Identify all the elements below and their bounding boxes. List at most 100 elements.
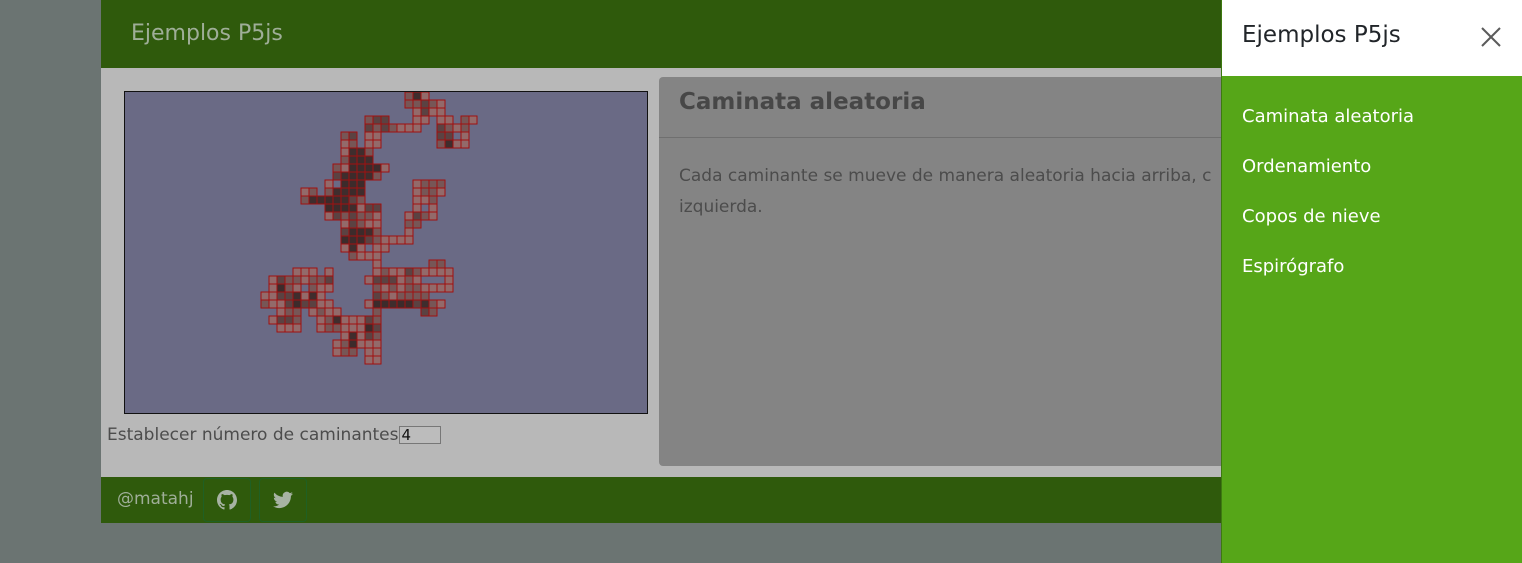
walk-cell xyxy=(308,187,318,197)
walk-cell xyxy=(348,331,358,341)
walk-cell xyxy=(324,211,334,221)
walk-cell xyxy=(324,323,334,333)
nav-item-copos-de-nieve[interactable]: Copos de nieve xyxy=(1242,206,1414,256)
walk-cell xyxy=(412,115,422,125)
walk-cell xyxy=(340,339,350,349)
walk-cell xyxy=(404,299,414,309)
walk-cell xyxy=(364,171,374,181)
walk-cell xyxy=(348,179,358,189)
walk-cell xyxy=(372,267,382,277)
walk-cell xyxy=(412,267,422,277)
walk-cell xyxy=(356,187,366,197)
walk-cell xyxy=(356,315,366,325)
walk-cell xyxy=(284,291,294,301)
walk-cell xyxy=(380,163,390,173)
walk-cell xyxy=(364,315,374,325)
walk-cell xyxy=(396,299,406,309)
walk-cell xyxy=(316,195,326,205)
nav-item-ordenamiento[interactable]: Ordenamiento xyxy=(1242,156,1414,206)
walk-cell xyxy=(428,99,438,109)
random-walk-canvas[interactable] xyxy=(124,91,648,414)
walk-cell xyxy=(292,323,302,333)
walk-cell xyxy=(364,347,374,357)
walk-cell xyxy=(380,283,390,293)
walk-cell xyxy=(348,211,358,221)
walk-cell xyxy=(428,307,438,317)
walker-count-input[interactable] xyxy=(398,426,441,444)
nav-item-espirografo[interactable]: Espirógrafo xyxy=(1242,256,1414,306)
walk-cell xyxy=(356,219,366,229)
walk-cell xyxy=(316,283,326,293)
walk-cell xyxy=(324,179,334,189)
walk-cell xyxy=(404,235,414,245)
walk-cell xyxy=(340,187,350,197)
walk-cell xyxy=(356,227,366,237)
walk-cell xyxy=(316,307,326,317)
walk-cell xyxy=(340,323,350,333)
walk-cell xyxy=(444,139,454,149)
offcanvas-menu: Ejemplos P5js Caminata aleatoria Ordenam… xyxy=(1221,0,1522,563)
walk-cell xyxy=(332,323,342,333)
walk-cell xyxy=(428,267,438,277)
walk-cell xyxy=(364,155,374,165)
github-button[interactable] xyxy=(203,478,251,522)
walk-cell xyxy=(276,275,286,285)
walk-cell xyxy=(372,171,382,181)
walk-cell xyxy=(356,331,366,341)
walk-cell xyxy=(348,187,358,197)
walk-cell xyxy=(420,211,430,221)
walk-cell xyxy=(380,123,390,133)
walk-cell xyxy=(404,219,414,229)
walk-cell xyxy=(348,315,358,325)
walk-cell xyxy=(324,275,334,285)
walk-cell xyxy=(332,203,342,213)
walk-cell xyxy=(436,99,446,109)
walk-cell xyxy=(300,187,310,197)
walk-cell xyxy=(404,99,414,109)
walk-cell xyxy=(420,99,430,109)
walk-cell xyxy=(292,315,302,325)
walk-cell xyxy=(436,299,446,309)
walk-cell xyxy=(372,331,382,341)
walk-cell xyxy=(404,291,414,301)
walk-cell xyxy=(340,227,350,237)
walk-cell xyxy=(428,299,438,309)
walk-cell xyxy=(332,171,342,181)
walk-cell xyxy=(372,275,382,285)
walk-cell xyxy=(316,275,326,285)
walk-cell xyxy=(420,195,430,205)
walk-cell xyxy=(268,283,278,293)
walk-cell xyxy=(308,195,318,205)
walk-cell xyxy=(340,203,350,213)
walk-cell xyxy=(380,235,390,245)
walk-cell xyxy=(428,259,438,269)
walk-cell xyxy=(388,299,398,309)
walk-cell xyxy=(372,299,382,309)
walk-cell xyxy=(372,251,382,261)
walk-cell xyxy=(356,147,366,157)
walk-cell xyxy=(364,323,374,333)
walk-cell xyxy=(340,211,350,221)
close-icon[interactable] xyxy=(1480,26,1502,48)
walk-cell xyxy=(340,155,350,165)
random-walk-drawing xyxy=(260,92,478,365)
walk-cell xyxy=(436,123,446,133)
walk-cell xyxy=(460,139,470,149)
walk-cell xyxy=(396,275,406,285)
walk-cell xyxy=(372,203,382,213)
walk-cell xyxy=(340,147,350,157)
walk-cell xyxy=(356,163,366,173)
walk-cell xyxy=(444,267,454,277)
walk-cell xyxy=(324,283,334,293)
walk-cell xyxy=(276,291,286,301)
walk-cell xyxy=(372,123,382,133)
nav-item-caminata-aleatoria[interactable]: Caminata aleatoria xyxy=(1242,106,1414,156)
walk-cell xyxy=(420,92,430,101)
walk-cell xyxy=(300,195,310,205)
walk-cell xyxy=(292,307,302,317)
navbar-brand[interactable]: Ejemplos P5js xyxy=(131,21,283,46)
walk-cell xyxy=(372,307,382,317)
twitter-button[interactable] xyxy=(259,478,307,522)
twitter-icon xyxy=(273,491,293,509)
walk-cell xyxy=(372,339,382,349)
